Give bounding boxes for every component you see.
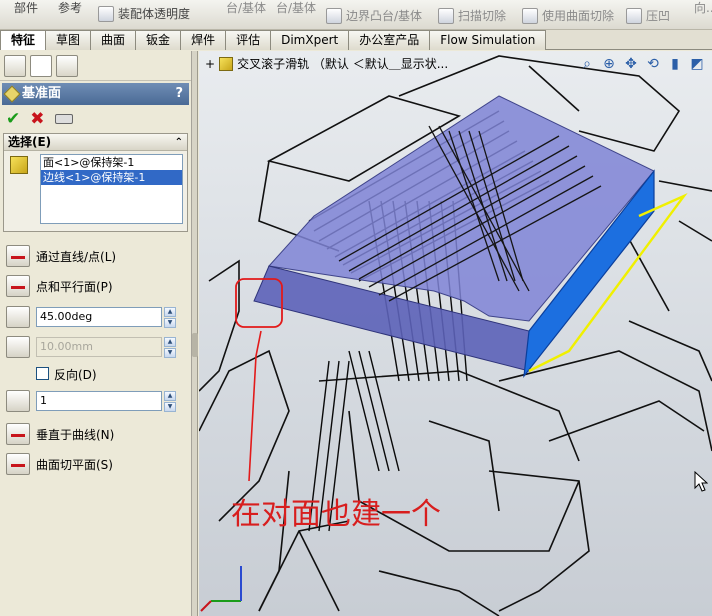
annotation-leader-line xyxy=(248,330,262,482)
reverse-label: 反向(D) xyxy=(54,368,97,382)
tab-flow-simulation[interactable]: Flow Simulation xyxy=(429,30,547,50)
tab-dimxpert[interactable]: DimXpert xyxy=(270,30,350,50)
zoom-area-icon[interactable]: ⊕ xyxy=(600,55,618,73)
toolbar-item-reference[interactable]: 参考 xyxy=(58,0,82,30)
assembly-name: 交叉滚子滑轨 （默认 ＜默认＿显示状... xyxy=(237,57,449,71)
angle-input[interactable]: 45.00deg xyxy=(36,307,162,327)
property-manager-tab-icon[interactable] xyxy=(30,54,52,77)
selection-list[interactable]: 面<1>@保持架-1 边线<1>@保持架-1 xyxy=(40,154,183,224)
transparency-icon xyxy=(98,6,114,22)
command-toolbar: 部件 参考 装配体透明度 台/基体 台/基体 边界凸台/基体 扫描切除 使用曲面… xyxy=(0,0,712,30)
spin-up-icon[interactable]: ▲ xyxy=(164,391,176,401)
toolbar-item-components[interactable]: 部件 xyxy=(14,0,38,30)
parallel-plane-icon xyxy=(6,275,30,297)
option-parallel-plane[interactable]: 点和平行面(P) xyxy=(6,274,113,298)
pm-actions: ✔ ✖ xyxy=(0,105,191,133)
distance-input: 10.00mm xyxy=(36,337,162,357)
assembly-icon xyxy=(219,56,234,71)
expand-plus-icon[interactable]: + xyxy=(205,57,215,71)
graphics-viewport[interactable]: + 交叉滚子滑轨 （默认 ＜默认＿显示状... ⌕ ⊕ ✥ ⟲ ▮ ◩ 在对面也… xyxy=(199,51,712,616)
panel-splitter[interactable] xyxy=(192,51,198,616)
distance-spinner: ▲ ▼ xyxy=(164,337,176,358)
angle-spinner[interactable]: ▲ ▼ xyxy=(164,307,176,328)
selection-group: 选择(E) ⌃ 面<1>@保持架-1 边线<1>@保持架-1 xyxy=(3,133,188,232)
tab-sketch[interactable]: 草图 xyxy=(45,30,92,50)
feature-tree-flyout[interactable]: + 交叉滚子滑轨 （默认 ＜默认＿显示状... xyxy=(205,55,448,72)
through-line-icon xyxy=(6,245,30,267)
spin-up-icon[interactable]: ▲ xyxy=(164,307,176,317)
heads-up-view-toolbar: ⌕ ⊕ ✥ ⟲ ▮ ◩ xyxy=(578,55,706,73)
instance-count-icon xyxy=(6,390,30,412)
swept-cut-icon xyxy=(438,8,454,24)
pan-icon[interactable]: ✥ xyxy=(622,55,640,73)
distance-row: 10.00mm ▲ ▼ xyxy=(6,335,186,359)
pm-title-bar: 基准面 ? xyxy=(2,83,189,105)
boundary-boss-icon xyxy=(326,8,342,24)
tab-office-products[interactable]: 办公室产品 xyxy=(348,30,431,50)
spin-down-icon[interactable]: ▼ xyxy=(164,402,176,412)
configuration-manager-tab-icon[interactable] xyxy=(56,54,78,77)
reference-entity-icon xyxy=(10,156,28,174)
surface-cut-icon xyxy=(522,8,538,24)
toolbar-item-boss-base-1[interactable]: 台/基体 xyxy=(226,0,266,30)
angle-icon[interactable] xyxy=(6,306,30,328)
indent-icon xyxy=(626,8,642,24)
markup-annotation-text: 在对面也建一个 xyxy=(231,497,441,532)
zoom-to-fit-icon[interactable]: ⌕ xyxy=(578,55,596,73)
command-tabs: 特征 草图 曲面 钣金 焊件 评估 DimXpert 办公室产品 Flow Si… xyxy=(0,30,712,50)
tab-sheet-metal[interactable]: 钣金 xyxy=(135,30,182,50)
collapse-chevron-icon[interactable]: ⌃ xyxy=(175,134,183,151)
mouse-cursor-icon xyxy=(694,471,708,492)
selection-body: 面<1>@保持架-1 边线<1>@保持架-1 xyxy=(4,151,187,231)
reverse-checkbox[interactable] xyxy=(36,367,49,380)
count-input[interactable]: 1 xyxy=(36,391,162,411)
splitter-handle-icon[interactable] xyxy=(192,333,198,357)
toolbar-item-more[interactable]: 向... xyxy=(694,0,712,30)
view-orientation-icon[interactable]: ◩ xyxy=(688,55,706,73)
spin-down-icon: ▼ xyxy=(164,348,176,358)
help-icon[interactable]: ? xyxy=(175,83,183,105)
option-through-line[interactable]: 通过直线/点(L) xyxy=(6,244,116,268)
angle-row: 45.00deg ▲ ▼ xyxy=(6,305,186,329)
count-spinner[interactable]: ▲ ▼ xyxy=(164,391,176,412)
coordinate-triad-icon xyxy=(200,566,242,612)
plane-icon xyxy=(3,85,21,103)
selection-group-header[interactable]: 选择(E) ⌃ xyxy=(4,134,187,151)
spin-up-icon: ▲ xyxy=(164,337,176,347)
property-manager: 基准面 ? ✔ ✖ 选择(E) ⌃ 面<1>@保持架-1 边线<1>@保持架-1… xyxy=(0,51,192,616)
distance-icon[interactable] xyxy=(6,336,30,358)
spin-down-icon[interactable]: ▼ xyxy=(164,318,176,328)
on-surface-icon xyxy=(6,453,30,475)
list-item[interactable]: 面<1>@保持架-1 xyxy=(41,155,182,170)
pm-title: 基准面 xyxy=(22,86,62,101)
option-on-surface[interactable]: 曲面切平面(S) xyxy=(6,452,113,476)
list-item[interactable]: 边线<1>@保持架-1 xyxy=(41,170,182,185)
tab-weldments[interactable]: 焊件 xyxy=(180,30,227,50)
manager-tabs xyxy=(0,51,191,81)
pushpin-icon[interactable] xyxy=(54,114,73,124)
count-row: 1 ▲ ▼ xyxy=(6,389,186,413)
tab-evaluate[interactable]: 评估 xyxy=(225,30,272,50)
normal-to-curve-icon xyxy=(6,423,30,445)
feature-manager-tab-icon[interactable] xyxy=(4,54,26,77)
tab-features[interactable]: 特征 xyxy=(0,30,47,50)
rotate-icon[interactable]: ⟲ xyxy=(644,55,662,73)
cancel-x-icon[interactable]: ✖ xyxy=(30,109,44,129)
option-normal-to-curve[interactable]: 垂直于曲线(N) xyxy=(6,422,114,446)
ok-check-icon[interactable]: ✔ xyxy=(6,109,20,129)
toolbar-item-boss-base-2[interactable]: 台/基体 xyxy=(276,0,316,30)
section-view-icon[interactable]: ▮ xyxy=(666,55,684,73)
tab-surfaces[interactable]: 曲面 xyxy=(90,30,137,50)
